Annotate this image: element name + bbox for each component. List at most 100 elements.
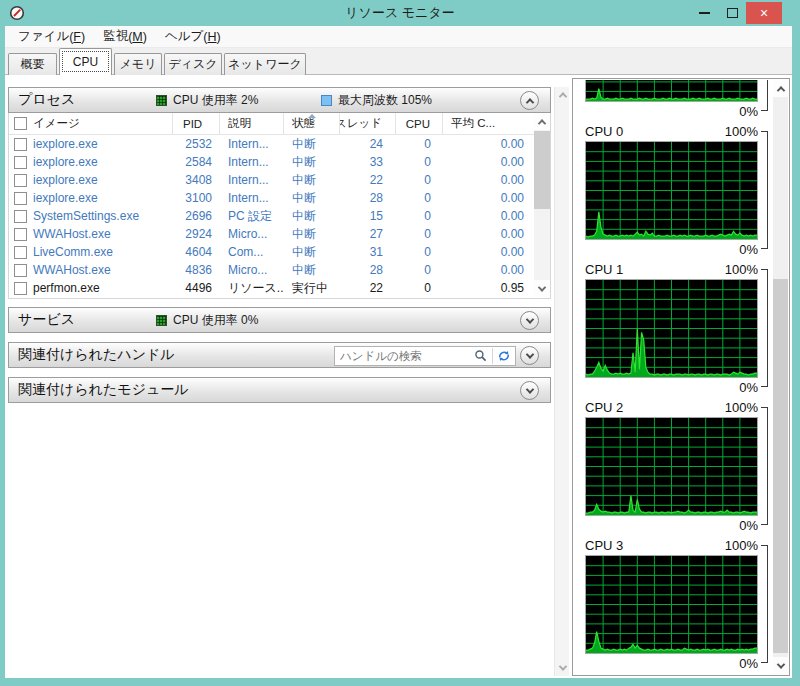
cpu0-label: CPU 0 — [585, 124, 623, 139]
scrollbar-thumb[interactable] — [534, 131, 550, 209]
cpu3-graph — [585, 555, 758, 654]
process-row[interactable]: perfmon.exe 4496 リソース... 実行中 22 0 0.95 — [9, 279, 550, 297]
scroll-up-button[interactable] — [555, 87, 570, 103]
services-section-header[interactable]: サービス CPU 使用率 0% — [8, 307, 551, 333]
handle-search-box — [334, 346, 516, 366]
scroll-down-button[interactable] — [555, 660, 570, 676]
client-area: ファイル(F) 監視(M) ヘルプ(H) 概要 CPU メモリ ディスク ネット… — [5, 26, 792, 678]
search-button[interactable] — [470, 347, 492, 365]
chevron-down-icon — [525, 385, 533, 393]
processes-section-header[interactable]: プロセス CPU 使用率 2% 最大周波数 105% — [8, 87, 551, 113]
process-row[interactable]: WWAHost.exe 4836 Micro... 中断 28 0 0.00 — [9, 261, 550, 279]
close-icon: × — [760, 5, 768, 21]
column-average-cpu[interactable]: 平均 C... — [443, 113, 534, 134]
chevron-up-icon — [538, 119, 546, 127]
modules-title: 関連付けられたモジュール — [9, 381, 189, 399]
scroll-up-button[interactable] — [773, 80, 788, 97]
chevron-down-icon — [776, 660, 784, 668]
process-row[interactable]: LiveComm.exe 4604 Com... 中断 31 0 0.00 — [9, 243, 550, 261]
tab-memory[interactable]: メモリ — [114, 53, 162, 75]
row-checkbox[interactable] — [14, 246, 27, 259]
tab-overview[interactable]: 概要 — [8, 53, 57, 75]
cpu-tab-page: プロセス CPU 使用率 2% 最大周波数 105% イメージ PID 説明 状… — [5, 75, 792, 678]
cpu-graphs-panel: 0% CPU 0100% 0% CPU 1100% 0% — [572, 78, 790, 676]
window-title: リソース モニター — [0, 0, 800, 26]
process-row[interactable]: iexplore.exe 3408 Intern... 中断 22 0 0.00 — [9, 171, 550, 189]
cpu2-max-label: 100% — [725, 400, 758, 415]
row-checkbox[interactable] — [14, 210, 27, 223]
chevron-down-icon — [538, 283, 546, 291]
process-row[interactable]: iexplore.exe 3100 Intern... 中断 28 0 0.00 — [9, 189, 550, 207]
processes-table: イメージ PID 説明 状態 スレッド CPU 平均 C... iexplore… — [8, 113, 551, 299]
cpu1-graph-block: CPU 1100% 0% — [585, 259, 777, 397]
processes-table-header: イメージ PID 説明 状態 スレッド CPU 平均 C... — [9, 113, 550, 135]
row-checkbox[interactable] — [14, 174, 27, 187]
scroll-down-button[interactable] — [534, 280, 550, 297]
row-checkbox[interactable] — [14, 156, 27, 169]
expand-services-button[interactable] — [520, 311, 539, 330]
cpu-total-graph — [585, 80, 758, 102]
process-row[interactable]: iexplore.exe 2532 Intern... 中断 24 0 0.00 — [9, 135, 550, 153]
row-checkbox[interactable] — [14, 138, 27, 151]
max-frequency-label: 最大周波数 105% — [338, 92, 432, 109]
cpu0-graph-block: CPU 0100% 0% — [585, 121, 777, 259]
title-bar[interactable]: リソース モニター × — [0, 0, 800, 26]
collapse-processes-button[interactable] — [520, 91, 539, 110]
close-button[interactable]: × — [746, 2, 782, 24]
scroll-down-button[interactable] — [773, 657, 788, 674]
process-row[interactable]: WWAHost.exe 2924 Micro... 中断 27 0 0.00 — [9, 225, 550, 243]
graphs-scrollbar[interactable] — [773, 80, 788, 674]
cpu3-max-label: 100% — [725, 538, 758, 553]
chevron-down-icon — [525, 350, 533, 358]
chevron-up-icon — [525, 98, 533, 106]
tab-disk[interactable]: ディスク — [164, 53, 222, 75]
cpu-usage-label: CPU 使用率 2% — [173, 92, 258, 109]
cpu1-label: CPU 1 — [585, 262, 623, 277]
scroll-up-button[interactable] — [534, 113, 550, 130]
row-checkbox[interactable] — [14, 192, 27, 205]
max-frequency-icon — [321, 95, 332, 106]
chevron-up-icon — [558, 92, 566, 100]
process-row[interactable]: SystemSettings.exe 2696 PC 設定 中断 15 0 0.… — [9, 207, 550, 225]
select-all-checkbox[interactable] — [14, 117, 27, 130]
cpu2-label: CPU 2 — [585, 400, 623, 415]
cpu3-graph-block: CPU 3100% 0% — [585, 535, 777, 673]
row-checkbox[interactable] — [14, 282, 27, 295]
minimize-button[interactable] — [690, 2, 718, 24]
refresh-icon — [497, 349, 511, 363]
services-cpu-usage-label: CPU 使用率 0% — [173, 312, 258, 329]
row-checkbox[interactable] — [14, 228, 27, 241]
row-checkbox[interactable] — [14, 264, 27, 277]
column-description[interactable]: 説明 — [220, 113, 284, 134]
menu-bar: ファイル(F) 監視(M) ヘルプ(H) — [5, 26, 792, 48]
cpu0-graph — [585, 141, 758, 240]
left-panel-scrollbar[interactable] — [554, 87, 569, 676]
maximize-button[interactable] — [718, 2, 746, 24]
chevron-up-icon — [776, 86, 784, 94]
services-title: サービス — [9, 311, 75, 329]
refresh-button[interactable] — [493, 347, 515, 365]
tab-network[interactable]: ネットワーク — [224, 53, 306, 75]
menu-file[interactable]: ファイル(F) — [9, 26, 94, 47]
cpu-total-graph-block: 0% — [585, 80, 777, 121]
column-cpu[interactable]: CPU — [396, 113, 443, 134]
cpu2-graph-block: CPU 2100% 0% — [585, 397, 777, 535]
chevron-down-icon — [558, 662, 566, 670]
cpu2-graph — [585, 417, 758, 516]
menu-monitor[interactable]: 監視(M) — [94, 26, 156, 47]
scrollbar-thumb[interactable] — [773, 279, 788, 653]
process-row[interactable]: iexplore.exe 2584 Intern... 中断 33 0 0.00 — [9, 153, 550, 171]
expand-handles-button[interactable] — [520, 346, 539, 365]
column-pid[interactable]: PID — [173, 113, 220, 134]
column-threads[interactable]: スレッド — [340, 113, 396, 134]
menu-help[interactable]: ヘルプ(H) — [156, 26, 230, 47]
modules-section-header[interactable]: 関連付けられたモジュール — [8, 377, 551, 403]
tab-cpu[interactable]: CPU — [59, 48, 112, 75]
handles-section-header[interactable]: 関連付けられたハンドル — [8, 342, 551, 368]
handle-search-input[interactable] — [335, 350, 470, 362]
expand-modules-button[interactable] — [520, 381, 539, 400]
handles-title: 関連付けられたハンドル — [9, 346, 175, 364]
column-image[interactable]: イメージ — [9, 113, 173, 134]
table-scrollbar[interactable] — [534, 113, 550, 297]
cpu1-graph — [585, 279, 758, 378]
